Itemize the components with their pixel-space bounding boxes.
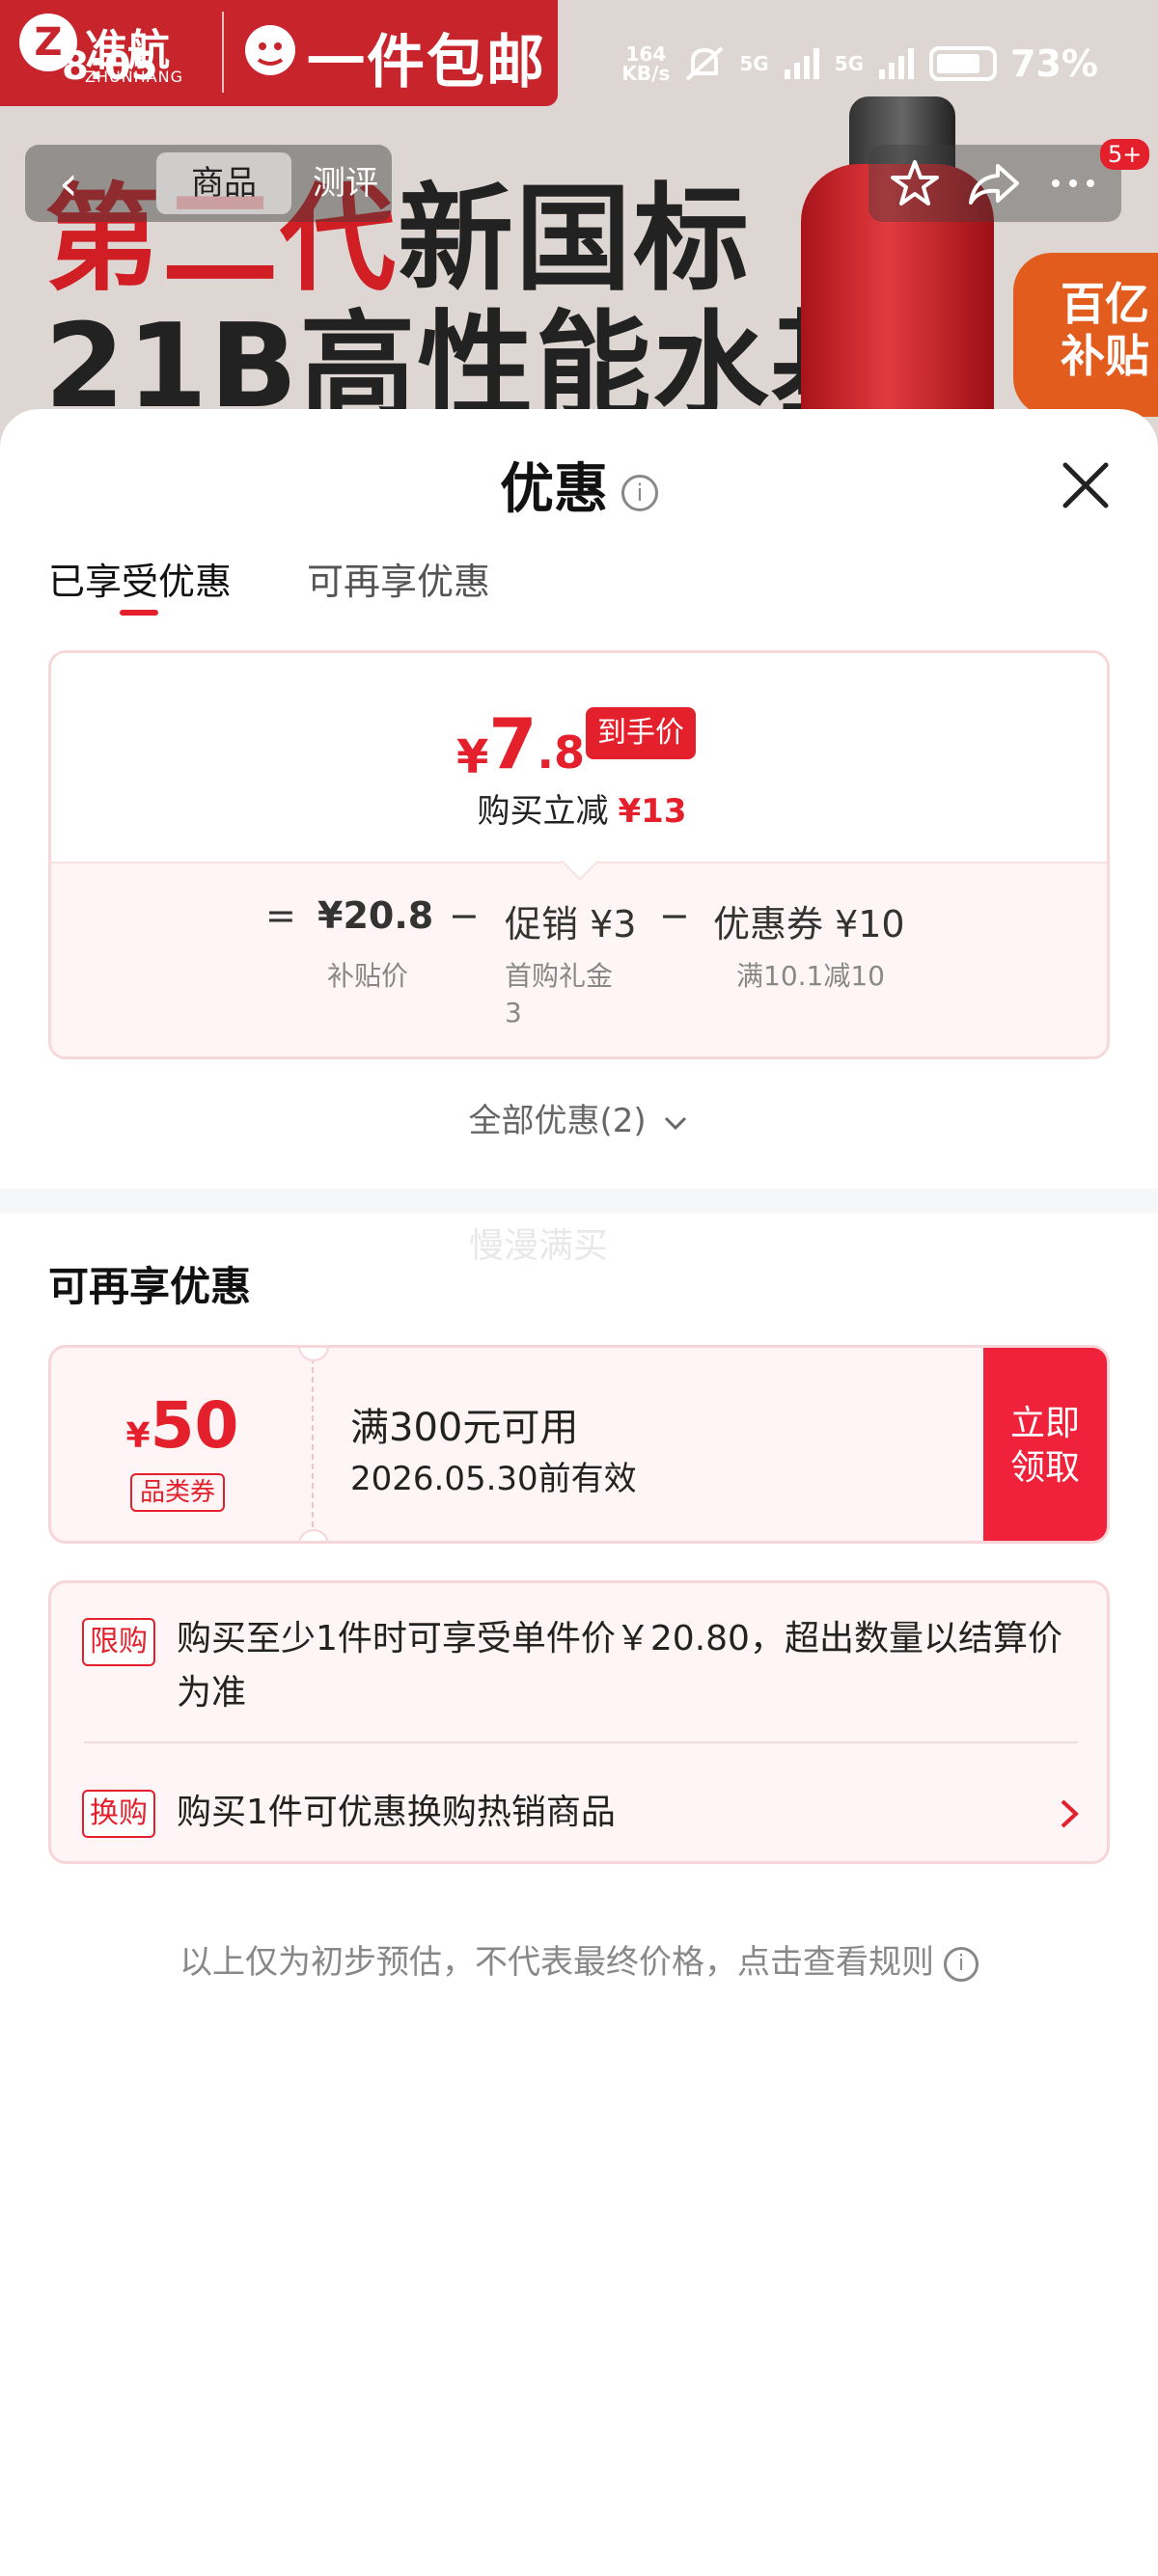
top-nav: ‹ 商品 测评 — [25, 145, 392, 222]
coupon-condition: 满300元可用 — [350, 1406, 579, 1450]
subsidy-badge: 百亿 补贴 — [1013, 253, 1158, 417]
subsidy-line1: 百亿 — [1061, 278, 1149, 330]
reduce-amount: ¥13 — [618, 792, 687, 831]
final-price-section: ¥7.8 到手价 购买立减 ¥13 — [51, 653, 1107, 862]
more-icon[interactable] — [1044, 156, 1102, 210]
price-breakdown: = ¥20.8 补贴价 − 促销 ¥3 首购礼金 3 − 优惠券 ¥10 满10… — [51, 862, 1107, 1056]
coupon-validity: 2026.05.30前有效 — [350, 1460, 637, 1498]
mute-icon — [686, 46, 724, 81]
signal1-label: 5G — [739, 52, 769, 75]
disclaimer-text: 以上仅为初步预估，不代表最终价格，点击查看规则 — [179, 1943, 934, 1982]
net-speed-value: 164 — [625, 42, 667, 66]
signal2-label: 5G — [834, 52, 865, 75]
all-promos-label: 全部优惠(2) — [468, 1102, 647, 1140]
instant-reduction: 购买立减 ¥13 — [51, 784, 1107, 832]
faded-text: 慢漫满买 — [469, 1226, 609, 1266]
tab-review[interactable]: 测评 — [307, 152, 384, 214]
promo-label-line1: 首购礼金 — [505, 960, 614, 992]
coupon-card: ¥50 品类券 满300元可用 2026.05.30前有效 立即 领取 — [48, 1345, 1110, 1544]
notification-badge: 5+ — [1100, 139, 1150, 170]
coupon-value-section: ¥50 品类券 — [51, 1348, 314, 1541]
breakdown-minus: − — [449, 894, 480, 937]
rule-text-limit: 购买至少1件时可享受单件价￥20.80，超出数量以结算价为准 — [177, 1619, 1062, 1713]
signal-icon — [879, 48, 915, 79]
breakdown-coupon: 优惠券 ¥10 — [713, 903, 905, 945]
net-speed-unit: KB/s — [621, 62, 671, 85]
tab-product[interactable]: 商品 — [156, 152, 291, 214]
rules-divider — [84, 1741, 1078, 1743]
chevron-right-icon[interactable] — [1057, 1797, 1082, 1830]
claim-line2: 领取 — [1009, 1448, 1080, 1488]
final-price-decimal: .8 — [537, 726, 585, 779]
rule-tag-exchange: 换购 — [82, 1790, 155, 1838]
purchase-rules-card: 限购 购买至少1件时可享受单件价￥20.80，超出数量以结算价为准 换购 购买1… — [48, 1580, 1110, 1864]
claim-coupon-button[interactable]: 立即 领取 — [983, 1348, 1107, 1541]
info-icon[interactable]: i — [621, 474, 658, 511]
breakdown-coupon-label: 满10.1减10 — [736, 960, 885, 992]
subsidy-line2: 补贴 — [1061, 330, 1149, 382]
info-icon: i — [944, 1946, 979, 1982]
top-actions: 5+ — [868, 139, 1150, 222]
promo-label-line2: 3 — [505, 997, 522, 1028]
reduce-label: 购买立减 — [477, 792, 609, 831]
claim-line1: 立即 — [1009, 1404, 1080, 1443]
final-price: ¥7.8 — [456, 703, 585, 784]
breakdown-minus: − — [659, 894, 690, 937]
tab-available[interactable]: 可再享优惠 — [307, 552, 490, 605]
coupon-category-tag: 品类券 — [130, 1473, 226, 1512]
status-time: 8:05 — [62, 44, 158, 89]
share-icon[interactable] — [965, 156, 1023, 210]
tab-enjoyed[interactable]: 已享受优惠 — [48, 552, 232, 605]
breakdown-equals: = — [265, 894, 296, 937]
discount-sheet: 优惠 i 已享受优惠 可再享优惠 ¥7.8 到手价 购买立减 ¥13 = ¥20… — [0, 409, 1158, 2576]
status-bar: 8:05 164 KB/s 5G 5G 73% — [0, 0, 1158, 135]
status-icons: 164 KB/s 5G 5G 73% — [621, 42, 1098, 85]
breakdown-subsidy-label: 补贴价 — [327, 960, 409, 992]
tab-underline — [120, 610, 158, 616]
battery-icon — [929, 46, 998, 81]
breakdown-promo-label: 首购礼金 3 — [505, 958, 613, 1031]
final-price-tag: 到手价 — [586, 707, 696, 759]
coupon-amount-value: 50 — [150, 1388, 239, 1463]
battery-level: 73% — [1010, 42, 1098, 85]
star-icon[interactable] — [886, 156, 944, 210]
rule-tag-limit: 限购 — [82, 1618, 155, 1666]
breakdown-promo: 促销 ¥3 — [505, 903, 637, 945]
net-speed: 164 KB/s — [621, 44, 670, 83]
chevron-down-icon — [665, 1116, 687, 1130]
rule-text-exchange[interactable]: 购买1件可优惠换购热销商品 — [177, 1786, 1064, 1840]
final-price-card: ¥7.8 到手价 购买立减 ¥13 = ¥20.8 补贴价 − 促销 ¥3 首购礼… — [48, 650, 1110, 1059]
back-icon[interactable]: ‹ — [44, 156, 93, 210]
coupon-currency: ¥ — [125, 1416, 151, 1456]
screen: Z 准航 ZHUNHANG 一件包邮 第二代新国标 21B高性能水基 百亿 补贴… — [0, 0, 1158, 2576]
breakdown-subsidy-price: ¥20.8 — [317, 894, 434, 937]
final-price-integer: 7 — [488, 703, 538, 784]
sheet-title: 优惠 i — [0, 446, 1158, 524]
close-icon[interactable] — [1054, 453, 1117, 517]
sheet-title-text: 优惠 — [500, 458, 608, 521]
section-divider — [0, 1189, 1158, 1214]
all-promos-toggle[interactable]: 全部优惠(2) — [0, 1094, 1158, 1141]
coupon-amount: ¥50 — [51, 1388, 314, 1463]
final-price-currency: ¥ — [456, 730, 489, 784]
available-section-title: 可再享优惠 — [48, 1263, 252, 1310]
disclaimer[interactable]: 以上仅为初步预估，不代表最终价格，点击查看规则 i — [0, 1935, 1158, 1983]
signal-icon — [784, 48, 819, 79]
